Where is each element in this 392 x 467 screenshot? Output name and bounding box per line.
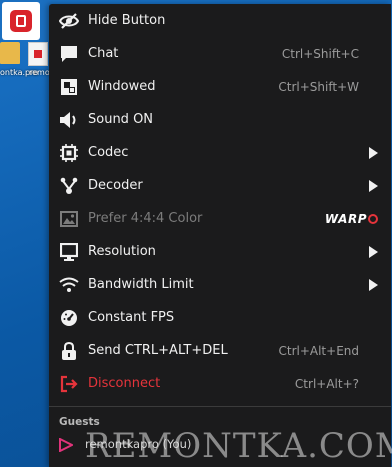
menu-item-chat[interactable]: Chat Ctrl+Shift+C [49, 37, 391, 70]
menu-item-decoder[interactable]: Decoder [49, 169, 391, 202]
warp-badge-text: WARP [324, 211, 367, 226]
decoder-icon [59, 176, 79, 196]
lock-icon [59, 341, 79, 361]
warp-logo-icon [368, 213, 378, 224]
chip-icon [59, 143, 79, 163]
menu-item-windowed[interactable]: Windowed Ctrl+Shift+W [49, 70, 391, 103]
menu-item-sound[interactable]: Sound ON [49, 103, 391, 136]
desktop-label-2: remo [29, 68, 50, 77]
parsec-app-button[interactable] [2, 2, 40, 40]
guest-logo-icon [59, 437, 75, 453]
menu-item-label: Resolution [88, 244, 156, 259]
speedometer-icon [59, 308, 79, 328]
menu-item-label: Sound ON [88, 112, 154, 127]
menu-item-label: Bandwidth Limit [88, 277, 194, 292]
menu-item-label: Codec [88, 145, 129, 160]
speaker-icon [59, 110, 79, 130]
submenu-arrow-icon [369, 279, 378, 291]
document-icon[interactable] [28, 42, 48, 66]
menu-item-label: Windowed [88, 79, 156, 94]
menu-item-label: Prefer 4:4:4 Color [88, 211, 203, 226]
guests-header: Guests [59, 416, 100, 428]
menu-item-label: Send CTRL+ALT+DEL [88, 343, 228, 358]
menu-item-codec[interactable]: Codec [49, 136, 391, 169]
menu-divider [49, 406, 391, 407]
wifi-icon [59, 275, 79, 295]
menu-item-label: Constant FPS [88, 310, 175, 325]
submenu-arrow-icon [369, 147, 378, 159]
disconnect-icon [59, 374, 79, 394]
menu-item-hide-button[interactable]: Hide Button [49, 4, 391, 37]
submenu-arrow-icon [369, 246, 378, 258]
app-logo-icon [10, 10, 32, 32]
menu-item-label: Hide Button [88, 13, 166, 28]
menu-item-label: Chat [88, 46, 119, 61]
menu-item-send-ctrl-alt-del[interactable]: Send CTRL+ALT+DEL Ctrl+Alt+End [49, 334, 391, 367]
overlay-menu: Hide Button Chat Ctrl+Shift+C Windowed C… [49, 4, 392, 467]
guest-name: remontkapro (You) [85, 437, 192, 451]
menu-item-bandwidth-limit[interactable]: Bandwidth Limit [49, 268, 391, 301]
monitor-icon [59, 242, 79, 262]
windowed-icon [59, 77, 79, 97]
menu-item-shortcut: Ctrl+Shift+W [278, 79, 359, 94]
menu-item-label: Decoder [88, 178, 143, 193]
menu-item-prefer-444-color[interactable]: Prefer 4:4:4 Color WARP [49, 202, 391, 235]
menu-item-constant-fps[interactable]: Constant FPS [49, 301, 391, 334]
image-icon [59, 209, 79, 229]
guest-item[interactable]: remontkapro (You) [59, 434, 191, 454]
menu-item-disconnect[interactable]: Disconnect Ctrl+Alt+? [49, 367, 391, 400]
warp-badge: WARP [325, 212, 378, 226]
menu-item-label: Disconnect [88, 376, 161, 391]
menu-item-shortcut: Ctrl+Alt+End [278, 343, 359, 358]
folder-icon[interactable] [0, 42, 20, 64]
menu-item-shortcut: Ctrl+Alt+? [294, 376, 359, 391]
menu-item-shortcut: Ctrl+Shift+C [281, 46, 359, 61]
eye-off-icon [59, 11, 79, 31]
menu-item-resolution[interactable]: Resolution [49, 235, 391, 268]
chat-icon [59, 44, 79, 64]
submenu-arrow-icon [369, 180, 378, 192]
